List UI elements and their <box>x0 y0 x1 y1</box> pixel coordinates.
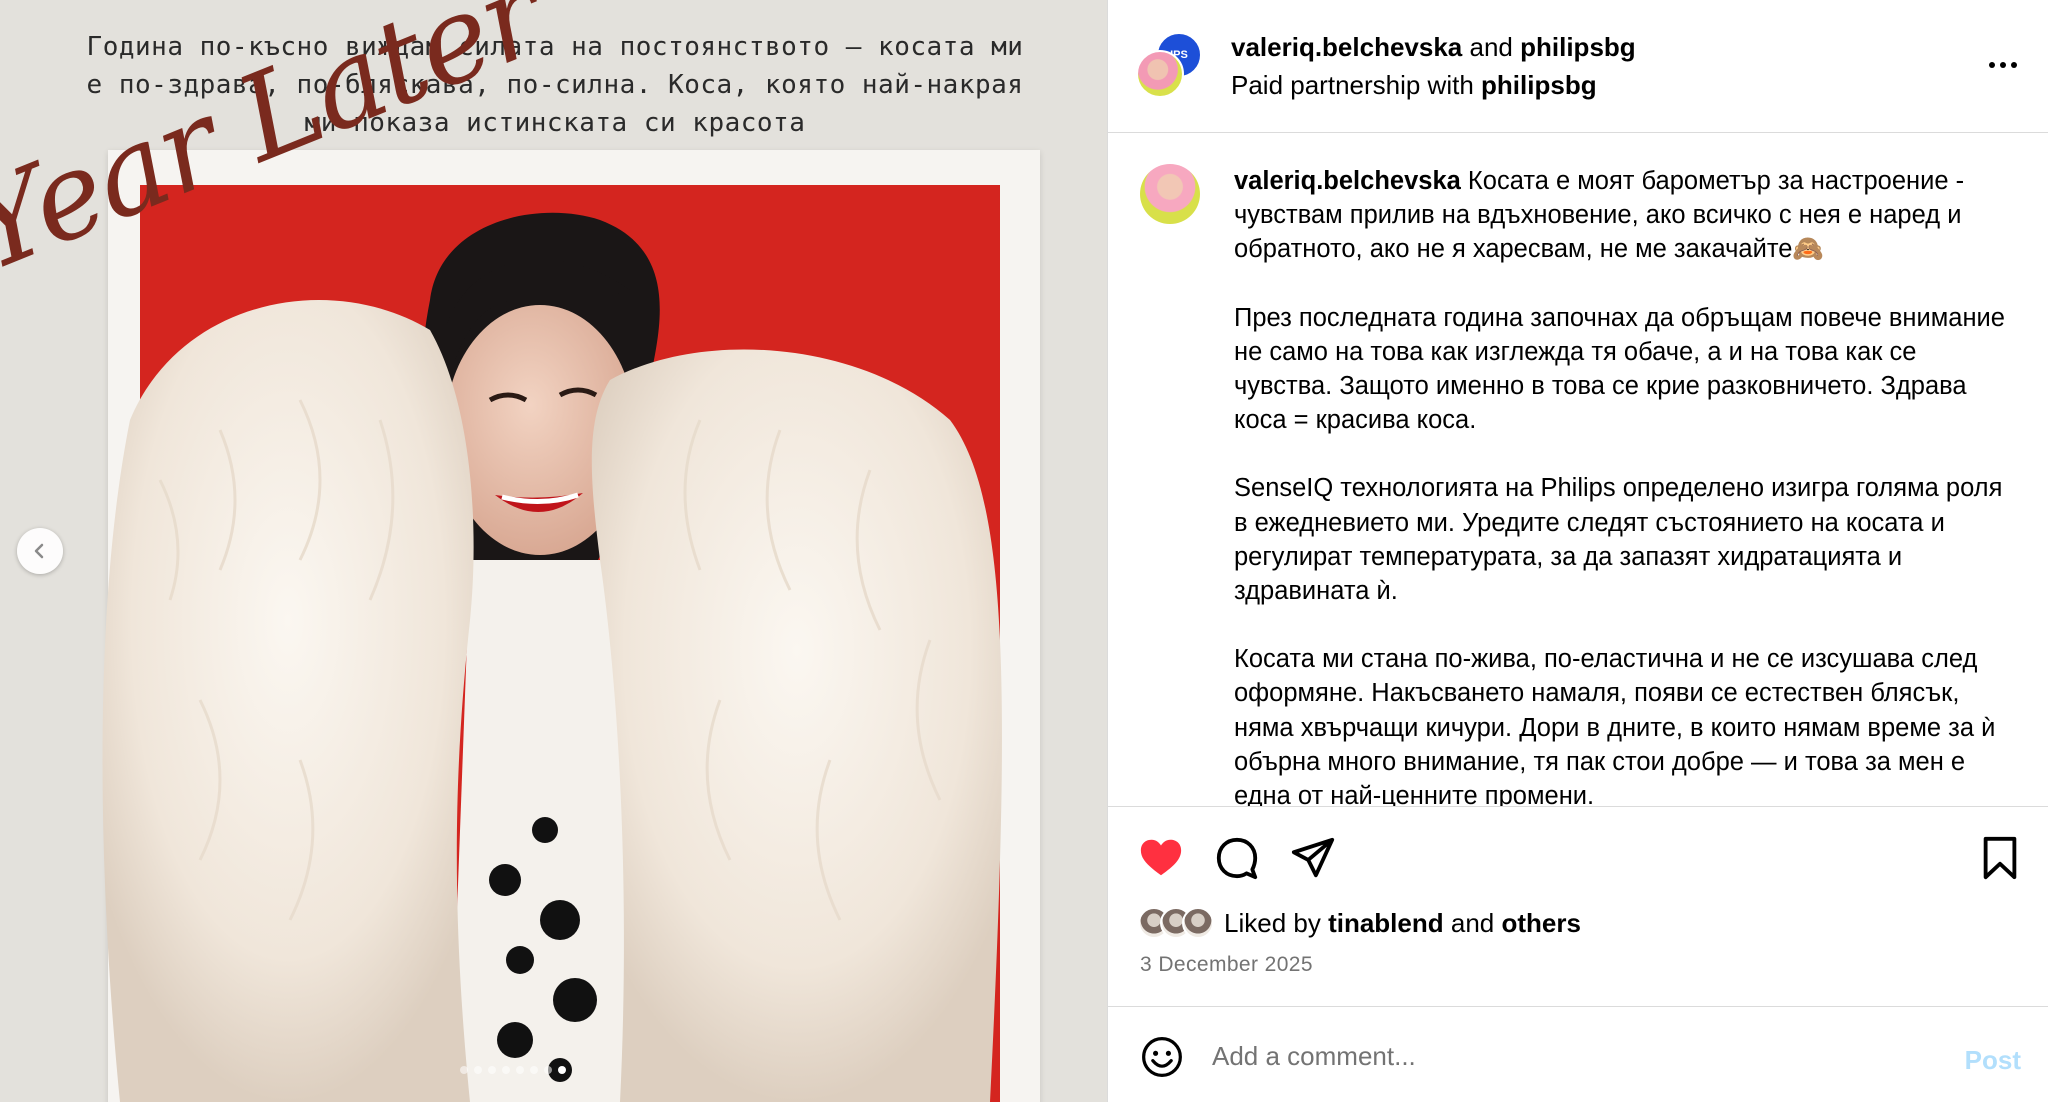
post-comment-button[interactable]: Post <box>1965 1045 2021 1076</box>
actions-section: Liked by tinablend and others 3 December… <box>1108 806 2048 1006</box>
bookmark-icon[interactable] <box>1977 835 2023 881</box>
carousel-dot <box>530 1066 538 1074</box>
comment-input[interactable] <box>1212 1031 1852 1081</box>
and-text: and <box>1469 32 1513 62</box>
post-media[interactable]: Година по-късно виждам силата на постоян… <box>0 0 1107 1102</box>
partner-username[interactable]: philipsbg <box>1520 32 1636 62</box>
collab-avatars[interactable]: IPS <box>1136 32 1202 98</box>
partnership-username[interactable]: philipsbg <box>1481 70 1597 100</box>
partnership-label: Paid partnership with <box>1231 70 1474 100</box>
more-horizontal-icon <box>1989 62 1995 68</box>
likes-text: Liked by tinablend and others <box>1224 908 1581 939</box>
caption-text: valeriq.belchevska Косата е моят баромет… <box>1234 164 2014 806</box>
caption-paragraph: Косата ми стана по-жива, по-еластична и … <box>1234 645 2003 806</box>
post-date[interactable]: 3 December 2025 <box>1140 953 1313 977</box>
caption-paragraph: През последната година започнах да обръщ… <box>1234 303 2013 435</box>
smiley-icon[interactable] <box>1140 1035 1184 1079</box>
caption-area[interactable]: valeriq.belchevska Косата е моят баромет… <box>1108 134 2048 806</box>
carousel-dot <box>558 1066 566 1074</box>
likes-prefix: Liked by <box>1224 907 1321 938</box>
header-names: valeriq.belchevska and philipsbg Paid pa… <box>1231 28 1636 104</box>
likes-summary[interactable]: Liked by tinablend and others <box>1138 907 1581 939</box>
author-avatar[interactable] <box>1136 50 1184 98</box>
carousel-dot <box>502 1066 510 1074</box>
speech-bubble-icon[interactable] <box>1214 835 1260 881</box>
liker-avatar[interactable] <box>1182 907 1214 939</box>
author-username[interactable]: valeriq.belchevska <box>1231 32 1462 62</box>
post-header: IPS valeriq.belchevska and philipsbg Pai… <box>1108 0 2048 133</box>
carousel-dot <box>544 1066 552 1074</box>
caption-author-username[interactable]: valeriq.belchevska <box>1234 167 1461 195</box>
carousel-dot <box>474 1066 482 1074</box>
likes-others[interactable]: others <box>1502 908 1581 938</box>
caption-paragraph: SenseIQ технологията на Philips определе… <box>1234 474 2010 606</box>
comment-bar: Post <box>1108 1006 2048 1102</box>
carousel-dot <box>488 1066 496 1074</box>
caption-author-avatar[interactable] <box>1140 164 1200 224</box>
carousel-dot <box>516 1066 524 1074</box>
carousel-dot <box>460 1066 468 1074</box>
more-options-button[interactable] <box>1985 50 2021 80</box>
paper-plane-icon[interactable] <box>1290 835 1336 881</box>
liker-username[interactable]: tinablend <box>1328 908 1444 938</box>
carousel-indicator <box>460 1066 566 1074</box>
chevron-left-icon <box>34 543 44 559</box>
likes-and: and <box>1450 907 1495 938</box>
previous-slide-button[interactable] <box>17 528 63 574</box>
post-details-panel: IPS valeriq.belchevska and philipsbg Pai… <box>1107 0 2048 1102</box>
heart-filled-icon[interactable] <box>1138 835 1184 881</box>
